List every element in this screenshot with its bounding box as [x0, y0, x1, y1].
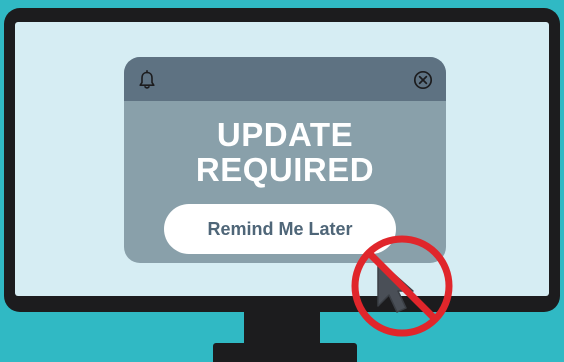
close-icon[interactable]	[412, 69, 434, 91]
dialog-title-line-2: REQUIRED	[195, 151, 375, 188]
monitor-stand-base	[213, 343, 357, 362]
dialog-title-line-1: UPDATE	[216, 116, 354, 153]
dialog-title: UPDATE REQUIRED	[124, 117, 446, 187]
prohibited-cursor-icon	[351, 235, 453, 337]
bell-icon[interactable]	[136, 69, 158, 91]
dialog-header	[124, 57, 446, 101]
